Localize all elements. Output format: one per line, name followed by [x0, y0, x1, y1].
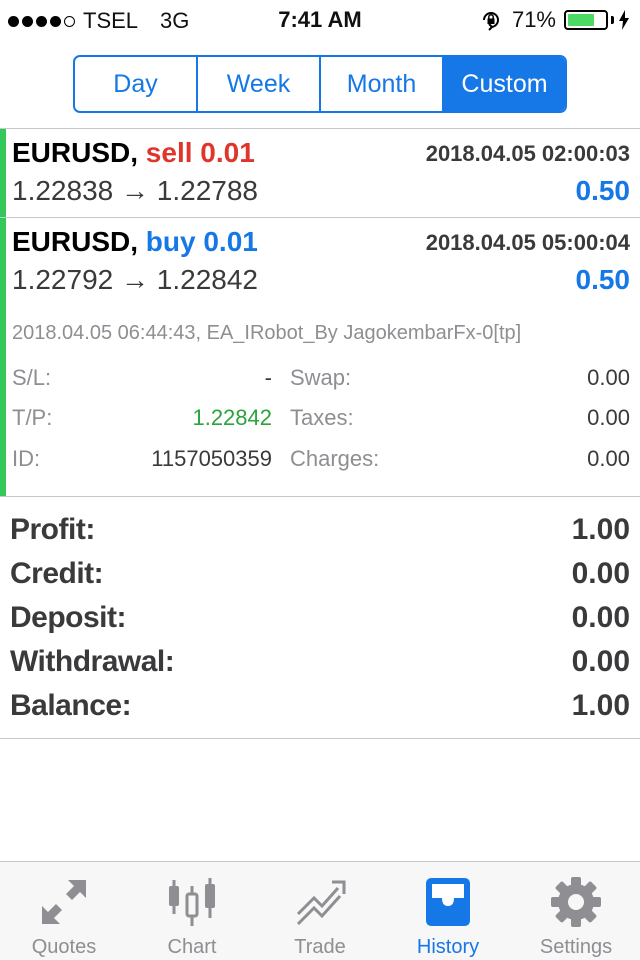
charges-value: 0.00	[587, 446, 630, 471]
period-segmented-control: Day Week Month Custom	[73, 55, 567, 113]
deal-time: 2018.04.05 02:00:03	[425, 141, 630, 166]
deal-row-expanded[interactable]: EURUSD, buy 0.01 2018.04.05 05:00:04 1.2…	[0, 218, 640, 496]
tab-label: History	[416, 936, 480, 958]
inbox-tray-icon	[426, 878, 470, 926]
tab-label: Chart	[167, 936, 217, 958]
taxes-value: 0.00	[587, 405, 630, 430]
divider	[0, 738, 640, 739]
summary-label: Profit:	[10, 513, 95, 546]
close-price: 1.22788	[156, 175, 258, 206]
period-tab-day[interactable]: Day	[75, 57, 198, 111]
deal-row[interactable]: EURUSD, sell 0.01 2018.04.05 02:00:03 1.…	[0, 129, 640, 217]
sl-value: -	[264, 365, 272, 390]
period-tab-custom[interactable]: Custom	[444, 57, 565, 111]
close-price: 1.22842	[156, 264, 258, 295]
id-value: 1157050359	[151, 446, 272, 471]
trend-line-icon	[296, 880, 346, 926]
summary-credit: Credit: 0.00	[0, 557, 640, 601]
tab-label: Settings	[539, 936, 613, 958]
tp-label: T/P:	[12, 405, 53, 430]
orientation-lock-icon	[482, 12, 499, 31]
deal-profit: 0.50	[575, 264, 631, 295]
period-tab-month[interactable]: Month	[321, 57, 444, 111]
tab-bar: Quotes Chart Trade History Settings	[0, 861, 640, 960]
candlestick-icon	[169, 878, 215, 926]
tab-trade[interactable]: Trade	[256, 862, 384, 960]
period-tab-week[interactable]: Week	[198, 57, 321, 111]
summary-value: 0.00	[571, 645, 630, 678]
summary-value: 1.00	[571, 689, 630, 722]
deal-side: sell	[145, 137, 193, 168]
summary-value: 0.00	[571, 557, 630, 590]
summary-label: Balance:	[10, 689, 132, 722]
summary-value: 1.00	[571, 513, 630, 546]
deal-symbol: EURUSD,	[12, 137, 139, 168]
arrow-icon: →	[121, 175, 149, 206]
tab-history[interactable]: History	[384, 862, 512, 960]
open-price: 1.22838	[12, 175, 114, 206]
deal-side: buy	[145, 226, 196, 257]
charges-label: Charges:	[290, 446, 380, 471]
tab-label: Trade	[294, 936, 346, 958]
deal-status-bar	[0, 218, 6, 496]
battery-percent: 71%	[511, 7, 556, 32]
arrow-icon: →	[121, 264, 149, 295]
tab-chart[interactable]: Chart	[128, 862, 256, 960]
sl-label: S/L:	[12, 365, 52, 390]
summary-label: Withdrawal:	[10, 645, 175, 678]
deal-title: EURUSD, buy 0.01	[12, 226, 258, 258]
deal-prices: 1.22838 → 1.22788	[12, 175, 258, 207]
taxes-label: Taxes:	[290, 405, 354, 430]
battery-icon	[564, 10, 608, 30]
summary-profit: Profit: 1.00	[0, 513, 640, 557]
deal-time: 2018.04.05 05:00:04	[425, 230, 630, 255]
quotes-arrows-icon	[42, 880, 86, 924]
divider	[0, 496, 640, 497]
deal-status-bar	[0, 129, 6, 217]
deal-volume: 0.01	[203, 226, 258, 257]
tab-quotes[interactable]: Quotes	[0, 862, 128, 960]
swap-value: 0.00	[587, 365, 630, 390]
deal-volume: 0.01	[200, 137, 255, 168]
gear-icon	[551, 877, 601, 927]
summary-deposit: Deposit: 0.00	[0, 601, 640, 645]
deal-comment: 2018.04.05 06:44:43, EA_IRobot_By Jagoke…	[12, 322, 522, 344]
deal-profit: 0.50	[575, 175, 631, 206]
charging-bolt-icon	[619, 10, 629, 30]
tab-settings[interactable]: Settings	[512, 862, 640, 960]
deal-title: EURUSD, sell 0.01	[12, 137, 255, 169]
deal-prices: 1.22792 → 1.22842	[12, 264, 258, 296]
swap-label: Swap:	[290, 365, 352, 390]
tab-label: Quotes	[31, 936, 97, 958]
summary-label: Credit:	[10, 557, 104, 590]
summary-balance: Balance: 1.00	[0, 689, 640, 733]
summary-value: 0.00	[571, 601, 630, 634]
open-price: 1.22792	[12, 264, 114, 295]
status-bar: TSEL 3G 7:41 AM 71%	[0, 0, 640, 40]
tp-value: 1.22842	[192, 405, 272, 430]
summary-withdrawal: Withdrawal: 0.00	[0, 645, 640, 689]
id-label: ID:	[12, 446, 41, 471]
summary-label: Deposit:	[10, 601, 127, 634]
deal-symbol: EURUSD,	[12, 226, 139, 257]
